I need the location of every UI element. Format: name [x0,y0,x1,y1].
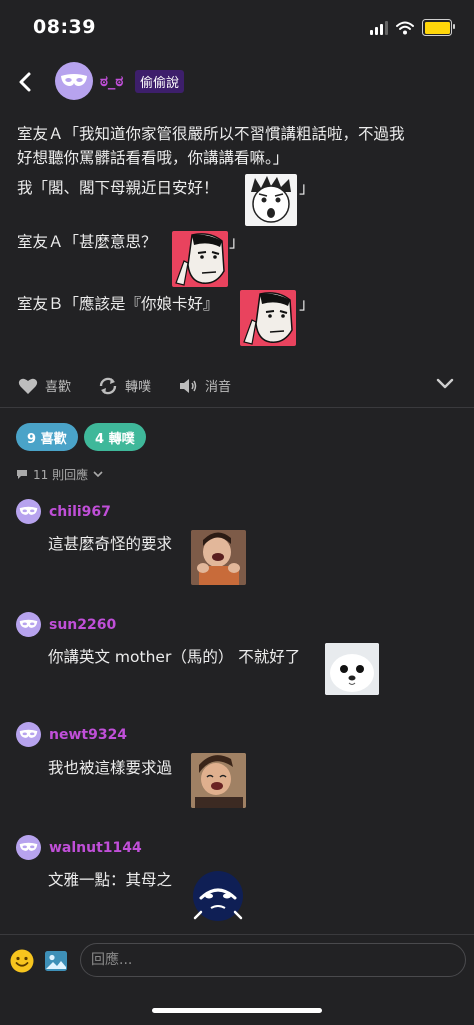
post-line: 好想聽你罵髒話看看哦，你講講看嘛。」 [17,149,289,167]
anonymous-badge: 偷偷說 [135,70,185,93]
commenter-username[interactable]: chili967 [49,504,111,520]
battery-icon [422,19,455,36]
comment-text: 文雅一點：其母之 [48,871,173,889]
post-line: 室友Ａ「甚麼意思？ [17,233,157,251]
commenter-username[interactable]: newt9324 [49,727,127,743]
pointing-man-sticker[interactable] [172,231,228,287]
status-bar: 08:39 [0,0,474,56]
home-indicator[interactable] [152,1008,322,1013]
author-avatar[interactable] [55,62,93,100]
replies-toggle[interactable]: 11 則回應 [16,466,103,483]
mask-icon [19,619,38,628]
back-arrow-icon[interactable] [16,68,36,96]
commenter-avatar[interactable] [16,835,41,860]
reposts-count-pill[interactable]: 4 轉噗 [84,423,146,451]
shocked-face-sticker[interactable] [245,174,297,226]
post-line: 室友Ａ「我知道你家管很嚴所以不習慣講粗話啦，不過我 [17,125,405,143]
reply-input[interactable] [80,943,466,977]
post-content: 室友Ａ「我知道你家管很嚴所以不習慣講粗話啦，不過我 好想聽你罵髒話看看哦，你講講… [17,122,457,313]
divider [0,407,474,408]
signal-icon [370,20,388,35]
system-icons [370,19,455,36]
like-button[interactable]: 喜歡 [18,376,71,395]
likes-count-pill[interactable]: 9 喜歡 [16,423,78,451]
post-actions: 喜歡 轉噗 消音 [0,370,474,402]
comment-text: 你講英文 mother（馬的） 不就好了 [48,648,301,666]
speaker-icon [180,378,197,393]
post-line: 室友Ｂ「應該是『你娘卡好』 [17,295,219,313]
chevron-down-icon [93,471,103,478]
post-line-end: 」 [299,179,315,197]
heart-icon [18,378,38,394]
author-handle[interactable]: ಠ_ಠ [100,72,123,90]
repost-button[interactable]: 轉噗 [98,376,151,395]
blue-blob-sticker[interactable] [191,868,245,922]
comment-text: 我也被這樣要求過 [48,759,173,777]
speech-bubble-icon [17,470,27,479]
mask-icon [19,506,38,515]
comment-text: 這甚麼奇怪的要求 [48,535,173,553]
post-line-end: 」 [229,233,245,251]
comment-author[interactable]: newt9324 [16,722,127,747]
pointing-man-sticker[interactable] [240,290,296,346]
mask-icon [19,729,38,738]
mask-icon [19,842,38,851]
comment-author[interactable]: chili967 [16,499,111,524]
post-line-end: 」 [299,295,315,313]
laughing-person-sticker[interactable] [191,530,246,585]
mask-icon [61,74,87,86]
comment-author[interactable]: sun2260 [16,612,116,637]
repost-icon [99,377,117,394]
wifi-icon [396,21,414,34]
comment-author[interactable]: walnut1144 [16,835,142,860]
chevron-down-icon[interactable] [436,378,454,390]
mute-label: 消音 [205,380,232,395]
commenter-username[interactable]: walnut1144 [49,840,142,856]
image-icon[interactable] [44,950,68,972]
mute-button[interactable]: 消音 [178,376,231,395]
replies-count-label: 11 則回應 [33,468,89,482]
emoji-icon[interactable] [10,949,34,973]
like-label: 喜歡 [45,380,72,395]
baby-seal-sticker[interactable] [325,643,379,695]
commenter-avatar[interactable] [16,499,41,524]
repost-label: 轉噗 [125,380,152,395]
commenter-avatar[interactable] [16,722,41,747]
clock: 08:39 [33,16,96,38]
post-line: 我「閣、閣下母親近日安好！ [17,179,219,197]
commenter-username[interactable]: sun2260 [49,617,116,633]
laughing-person-sticker[interactable] [191,753,246,808]
commenter-avatar[interactable] [16,612,41,637]
